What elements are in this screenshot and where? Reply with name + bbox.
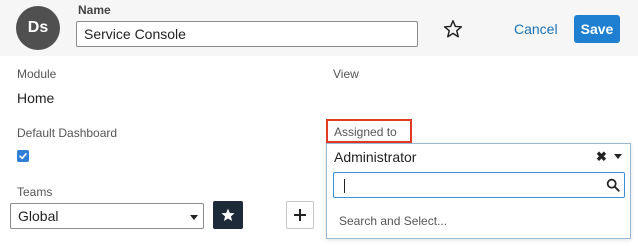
module-value: Home xyxy=(17,90,55,106)
view-label: View xyxy=(333,67,359,81)
module-label: Module xyxy=(17,67,57,81)
star-icon xyxy=(221,208,235,221)
record-header: Ds Name Cancel Save xyxy=(0,0,638,56)
checkmark-icon xyxy=(19,152,27,160)
assigned-to-label: Assigned to xyxy=(334,125,397,139)
star-icon[interactable] xyxy=(442,18,464,40)
search-icon xyxy=(606,178,620,192)
teams-label: Teams xyxy=(17,185,53,199)
search-hint: Search and Select... xyxy=(339,214,448,228)
add-team-button[interactable] xyxy=(286,201,314,229)
name-label: Name xyxy=(78,3,111,17)
default-dashboard-checkbox[interactable] xyxy=(17,150,29,162)
chevron-down-icon xyxy=(190,215,198,220)
assigned-to-dropdown[interactable]: Administrator ✖ Search and Select... xyxy=(326,143,631,239)
name-input[interactable] xyxy=(76,21,418,47)
plus-icon xyxy=(294,209,306,221)
clear-icon[interactable]: ✖ xyxy=(596,149,607,165)
cancel-button[interactable]: Cancel xyxy=(514,21,558,37)
save-button[interactable]: Save xyxy=(574,15,620,43)
primary-team-button[interactable] xyxy=(213,201,243,229)
text-cursor xyxy=(344,179,345,193)
default-dashboard-label: Default Dashboard xyxy=(17,126,118,140)
assigned-to-selected: Administrator xyxy=(334,149,417,165)
avatar: Ds xyxy=(16,6,60,50)
teams-value: Global xyxy=(18,208,59,224)
teams-select[interactable]: Global xyxy=(10,203,204,229)
chevron-down-icon[interactable] xyxy=(614,154,622,159)
assigned-to-search-input[interactable] xyxy=(333,172,625,198)
